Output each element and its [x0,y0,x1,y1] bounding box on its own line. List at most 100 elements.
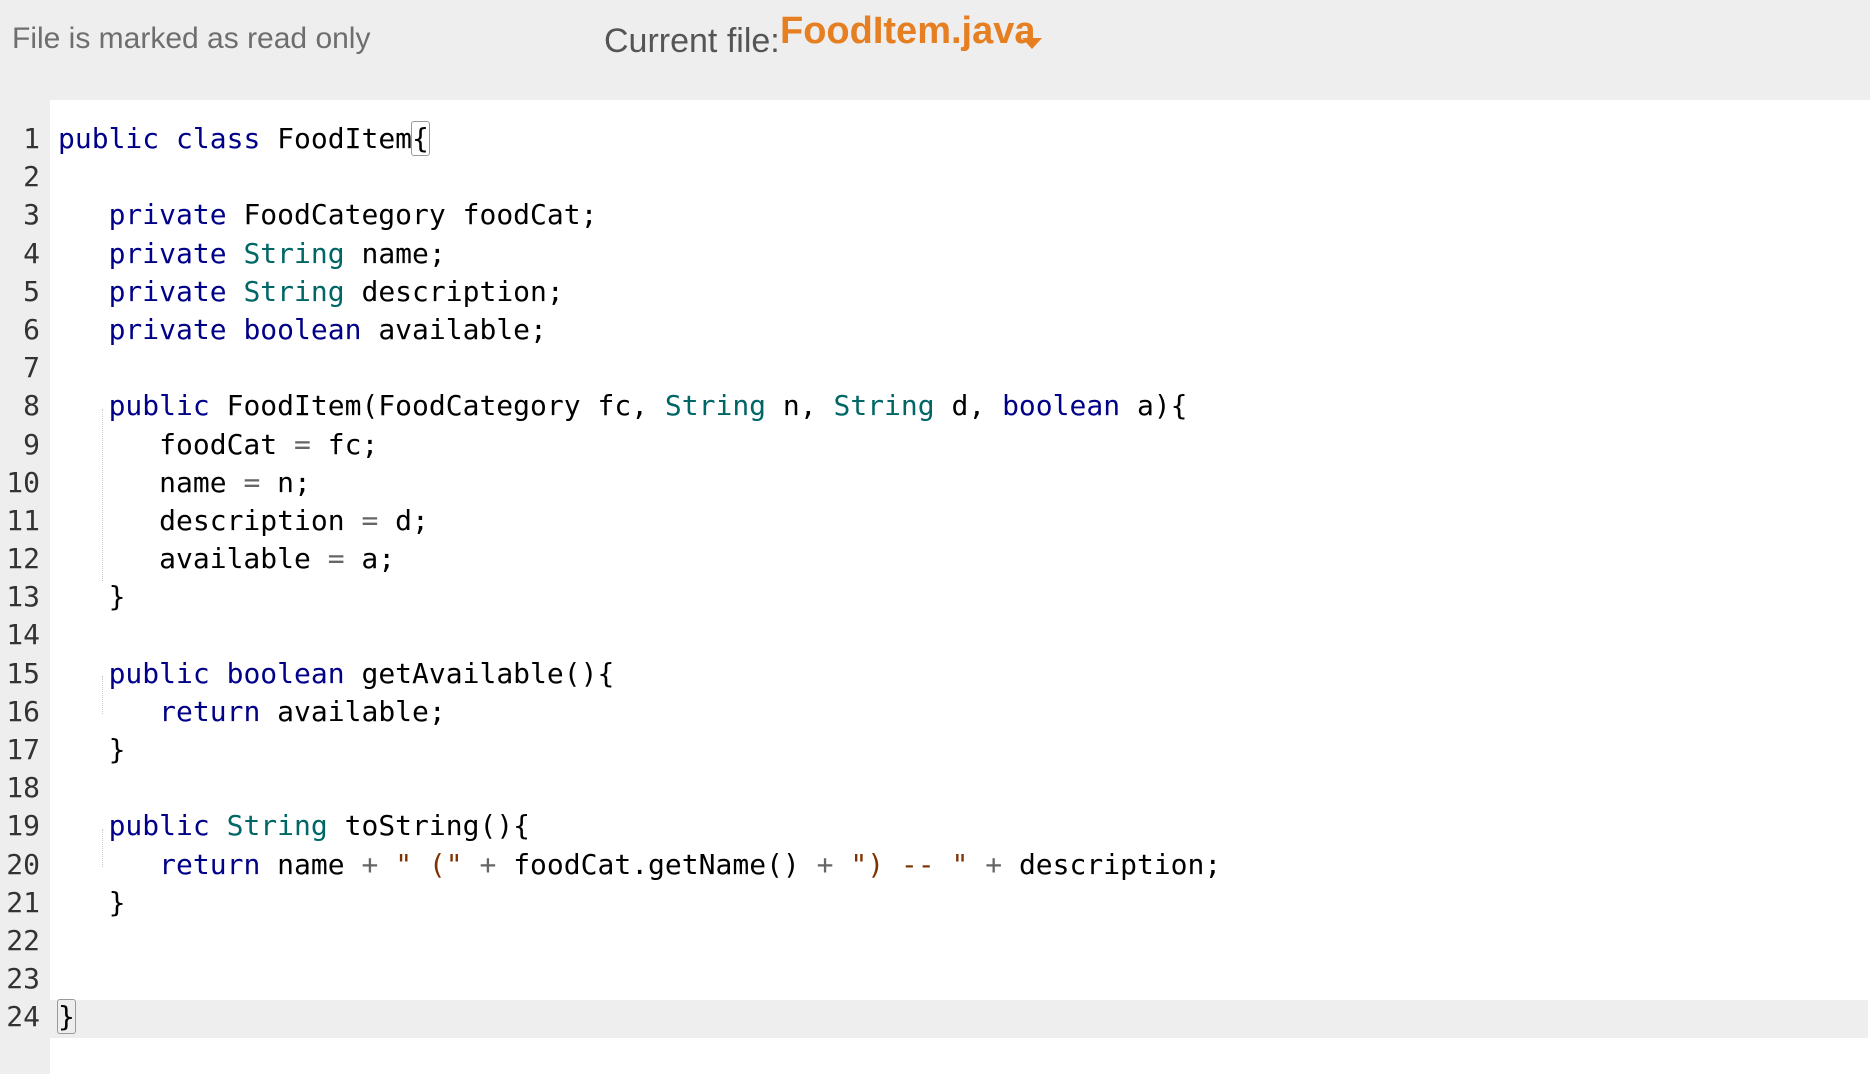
line-number: 18 [6,771,40,805]
line-number: 3 [23,198,40,232]
code-text: description = d; [58,502,429,540]
code-token-ident: name; [344,236,446,270]
code-token-ident [58,389,109,422]
code-token-keyword: public [108,809,210,843]
code-token-bracket: } [57,999,76,1035]
code-token-ident: name [260,847,362,881]
code-token-ident: FoodItem(FoodCategory fc, [209,389,665,423]
code-token-ident [227,237,244,270]
code-token-ident: toString(){ [327,809,531,843]
code-token-keyword: boolean [226,656,345,690]
code-text: private boolean available; [58,311,547,349]
code-token-ident: n, [766,389,834,423]
code-token-ident: d; [378,503,429,537]
line-number: 21 [6,885,40,919]
code-token-ident: available; [260,694,446,728]
code-token-ident: a){ [1120,389,1188,423]
caret-down-icon[interactable] [1022,38,1042,49]
code-token-str: " (" [395,847,463,881]
code-token-ident: foodCat.getName() [496,847,817,881]
code-token-ident: name [58,465,244,499]
code-token-ident [58,809,109,842]
current-file-label: Current file: [604,22,780,60]
code-token-ident: } [58,885,126,919]
line-number: 15 [6,656,40,690]
code-token-type: String [226,809,328,843]
line-number: 19 [6,809,40,843]
line-number: 2 [23,160,40,194]
code-token-ident: } [58,733,126,766]
code-text: public boolean getAvailable(){ [58,655,615,693]
code-text: private String name; [58,235,446,273]
readonly-notice: File is marked as read only [12,22,371,55]
code-token-ident [210,809,227,842]
line-number: 10 [6,465,40,499]
line-number: 1 [23,122,40,155]
line-number: 16 [6,694,40,728]
code-token-ident [58,848,159,881]
code-token-ident: } [58,580,126,614]
code-token-op: = [327,542,345,576]
line-number: 5 [23,274,40,308]
code-token-ident [159,122,176,155]
code-token-ident [58,198,109,231]
line-number: 7 [23,351,40,385]
line-number: 17 [6,733,40,766]
code-token-keyword: class [176,122,261,155]
code-token-ident [227,313,244,346]
code-token-ident [58,313,109,346]
code-text: foodCat = fc; [58,426,378,464]
line-number: 12 [6,542,40,576]
code-token-keyword: boolean [243,312,362,346]
code-token-keyword: private [108,198,227,232]
code-token-ident [834,848,851,881]
line-number: 11 [6,503,40,537]
file-header-bar: File is marked as read only Current file… [0,0,1870,100]
code-text: public FoodItem(FoodCategory fc, String … [58,387,1188,425]
code-token-keyword: private [108,312,227,346]
code-editor[interactable]: 1 public class FoodItem{ 2 3 private FoodCa… [0,100,1868,1074]
code-token-keyword: return [159,847,261,881]
code-token-ident: a; [344,542,396,576]
code-token-op: + [985,847,1003,881]
code-token-ident: FoodItem [260,122,413,155]
code-token-ident [58,237,109,270]
line-number: 20 [6,847,40,881]
code-token-str: ") -- " [850,847,969,881]
code-token-keyword: public [108,389,210,423]
code-text: name = n; [58,464,311,502]
code-token-keyword: public [108,656,210,690]
code-token-ident [210,657,227,690]
code-token-op: + [361,847,379,881]
code-token-ident: foodCat [58,427,295,461]
code-text: available = a; [58,540,395,578]
code-token-keyword: boolean [1002,389,1121,423]
code-text: private String description; [58,273,564,311]
code-token-ident: n; [260,465,311,499]
code-token-type: String [243,274,345,308]
code-token-keyword: return [159,694,261,728]
code-token-ident: description [58,503,362,537]
code-text: } [58,884,126,922]
code-token-ident [58,657,109,690]
line-number: 8 [23,389,40,423]
code-token-type: String [833,389,935,423]
code-token-op: + [479,847,497,881]
code-text: } [58,578,126,616]
line-number: 9 [23,427,40,461]
code-token-ident: available [58,542,328,576]
code-text: } [57,998,76,1036]
code-text: public class FoodItem{ [58,120,430,158]
code-token-ident: FoodCategory foodCat; [226,198,598,232]
code-token-ident: description; [1002,847,1222,881]
code-token-ident: description; [344,274,564,308]
code-text: private FoodCategory foodCat; [58,196,598,234]
line-number: 22 [6,923,40,957]
code-token-ident [378,848,395,881]
code-text: return name + " (" + foodCat.getName() +… [58,846,1221,884]
active-line-highlight [50,1000,1868,1038]
line-number: 6 [23,312,40,346]
code-token-ident [968,848,985,881]
current-file-dropdown[interactable]: FoodItem.java [780,10,1036,53]
code-token-op: + [816,847,834,881]
